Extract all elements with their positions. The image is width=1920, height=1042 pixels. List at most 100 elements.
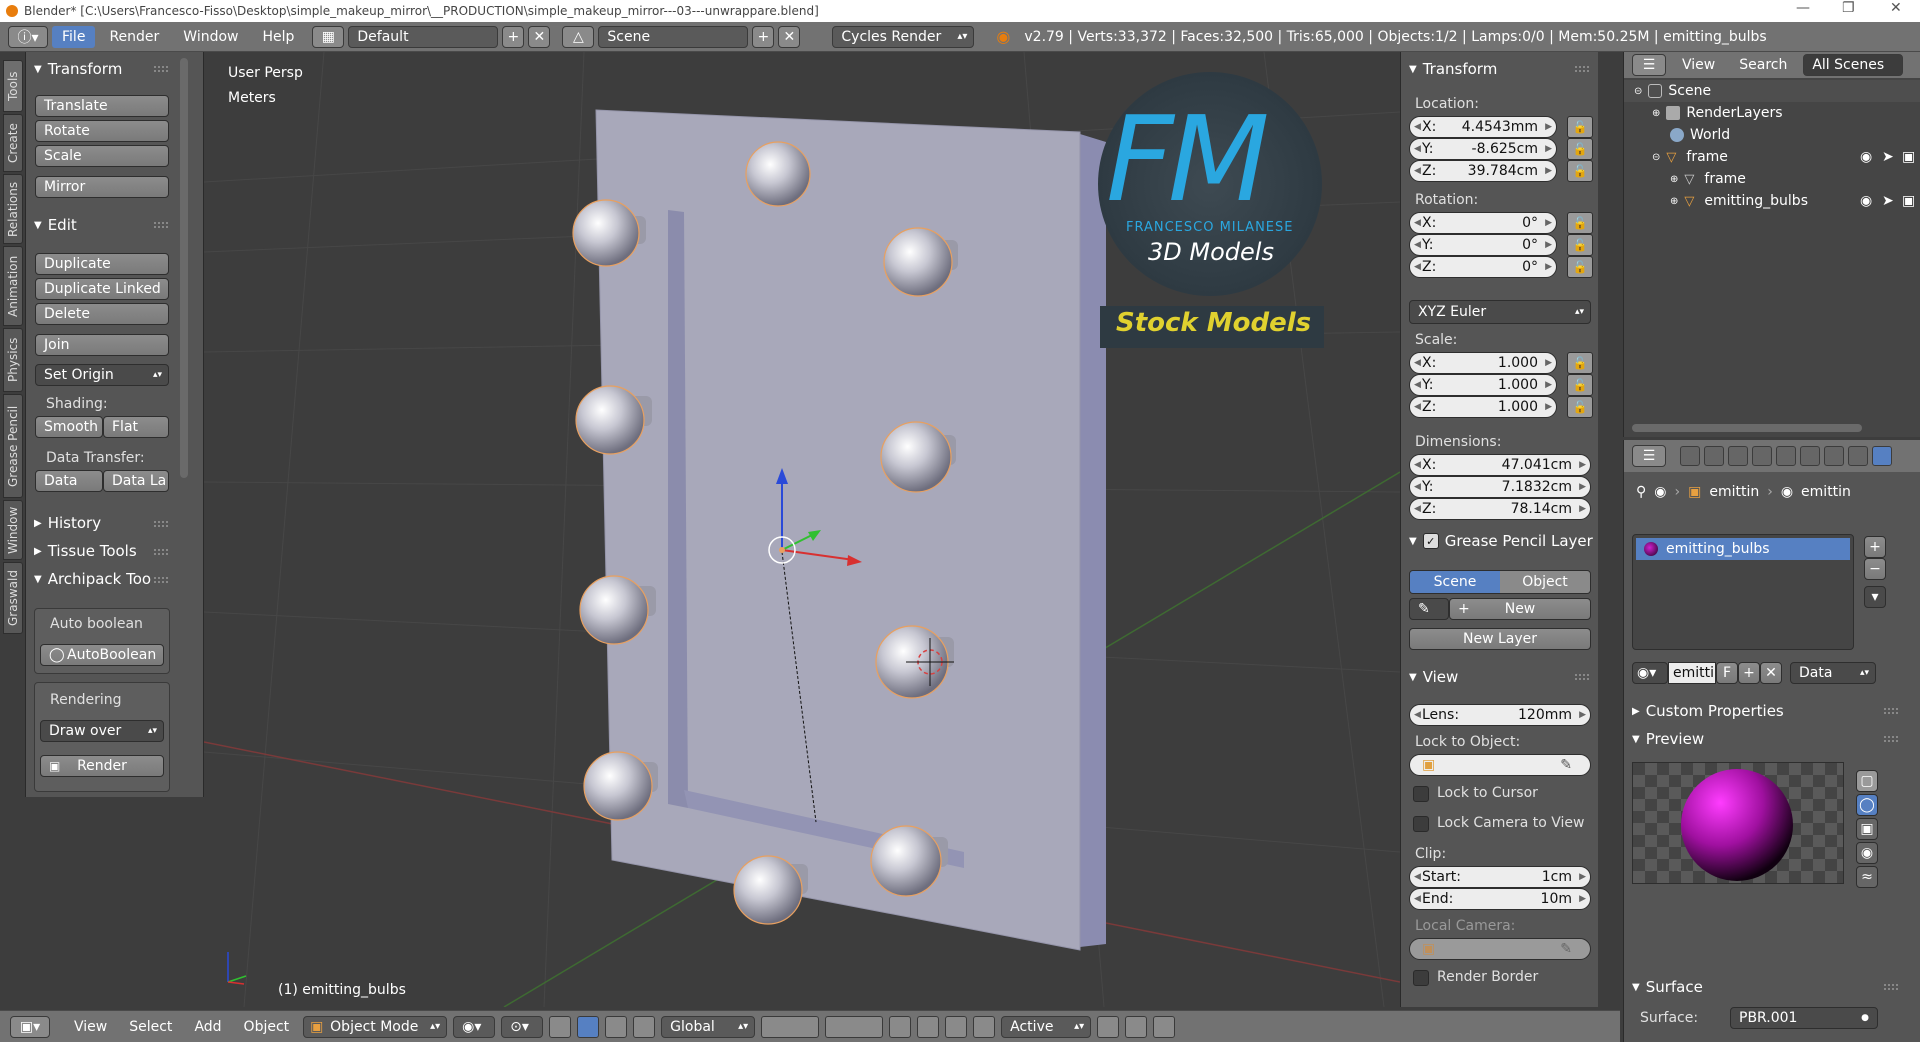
scene-dropdown[interactable]: Scene bbox=[598, 25, 749, 48]
proportional-edit-icon[interactable] bbox=[945, 1015, 968, 1038]
drag-grip-icon[interactable] bbox=[154, 577, 168, 583]
smooth-button[interactable]: Smooth bbox=[35, 416, 103, 438]
tissue-tools-header[interactable]: ▶ Tissue Tools bbox=[34, 542, 137, 560]
tab-graswald[interactable]: Graswald bbox=[3, 562, 23, 634]
tab-grease-pencil[interactable]: Grease Pencil bbox=[3, 394, 23, 498]
cursor-select-icon[interactable]: ➤ bbox=[1882, 193, 1894, 209]
translate-button[interactable]: Translate bbox=[35, 95, 169, 117]
outliner-row-scene[interactable]: ⊝ Scene bbox=[1624, 80, 1920, 102]
pin-icon[interactable]: ⚲ bbox=[1636, 484, 1646, 500]
object-toggle[interactable]: Object bbox=[1500, 571, 1590, 593]
material-browse-icon[interactable]: ◉▾ bbox=[1632, 662, 1668, 684]
n-transform-header[interactable]: ▼ Transform bbox=[1409, 60, 1497, 78]
drag-grip-icon[interactable] bbox=[1575, 66, 1589, 72]
eyedropper-icon[interactable]: ✎ bbox=[1560, 941, 1572, 957]
drag-grip-icon[interactable] bbox=[154, 222, 168, 228]
layout-dropdown[interactable]: Default bbox=[348, 25, 499, 48]
orientation-dropdown[interactable]: Global ▴▾ bbox=[661, 1015, 756, 1038]
snap-align-icon[interactable] bbox=[1097, 1015, 1120, 1038]
grease-pencil-header[interactable]: ▼ ✓ Grease Pencil Layer bbox=[1409, 532, 1593, 550]
clip-start-field[interactable]: ◀ Start: 1cm ▶ bbox=[1409, 866, 1591, 888]
outliner-editor-icon[interactable]: ☰ bbox=[1632, 54, 1666, 76]
modifiers-tab-icon[interactable] bbox=[1824, 446, 1844, 466]
remove-scene-icon[interactable]: ✕ bbox=[778, 25, 801, 48]
dimensions-y-field[interactable]: ◀ Y: 7.1832cm ▶ bbox=[1409, 476, 1591, 498]
location-y-field[interactable]: ◀ Y: -8.625cm ▶ bbox=[1409, 138, 1557, 160]
drag-grip-icon[interactable] bbox=[154, 66, 168, 72]
layout-icon[interactable]: ▦ bbox=[312, 25, 345, 48]
lock-icon[interactable]: 🔓 bbox=[1567, 234, 1593, 256]
lock-icon[interactable]: 🔓 bbox=[1567, 212, 1593, 234]
preview-hair-icon[interactable]: ≈ bbox=[1856, 866, 1878, 888]
lens-field[interactable]: ◀ Lens: 120mm ▶ bbox=[1409, 704, 1591, 726]
maximize-icon[interactable]: ❐ bbox=[1842, 0, 1855, 16]
delete-button[interactable]: Delete bbox=[35, 303, 169, 325]
tab-animation[interactable]: Animation bbox=[3, 246, 23, 326]
lock-to-cursor-checkbox[interactable] bbox=[1413, 786, 1429, 802]
preview-cube-icon[interactable]: ▣ bbox=[1856, 818, 1878, 840]
slot-menu-icon[interactable]: ▾ bbox=[1864, 586, 1886, 608]
location-z-field[interactable]: ◀ Z: 39.784cm ▶ bbox=[1409, 160, 1557, 182]
fake-user-button[interactable]: F bbox=[1716, 662, 1738, 684]
rotate-manipulator-icon[interactable] bbox=[605, 1015, 628, 1038]
scene-icon[interactable]: △ bbox=[562, 25, 595, 48]
scale-z-field[interactable]: ◀ Z: 1.000 ▶ bbox=[1409, 396, 1557, 418]
drag-grip-icon[interactable] bbox=[1884, 984, 1898, 990]
outliner-view-menu[interactable]: View bbox=[1674, 57, 1723, 73]
object-menu[interactable]: Object bbox=[236, 1019, 298, 1035]
scene-toggle[interactable]: Scene bbox=[1410, 571, 1500, 593]
remove-layout-icon[interactable]: ✕ bbox=[528, 25, 551, 48]
pencil-icon[interactable]: ✎ bbox=[1409, 598, 1449, 620]
data-layout-button[interactable]: Data La bbox=[103, 470, 169, 492]
view-panel-header[interactable]: ▼ View bbox=[1409, 668, 1458, 686]
data-tab-icon[interactable] bbox=[1848, 446, 1868, 466]
outliner-row-frame[interactable]: ⊝ ▽ frame ◉ ➤ ▣ bbox=[1624, 146, 1920, 168]
outliner-scrollbar[interactable] bbox=[1632, 424, 1862, 432]
drag-grip-icon[interactable] bbox=[154, 521, 168, 527]
render-engine-dropdown[interactable]: Cycles Render ▴▾ bbox=[832, 25, 975, 48]
minimize-icon[interactable]: — bbox=[1796, 0, 1810, 16]
new-material-icon[interactable]: + bbox=[1738, 662, 1760, 684]
render-border-checkbox[interactable] bbox=[1413, 970, 1429, 986]
cursor-select-icon[interactable]: ➤ bbox=[1882, 149, 1894, 165]
tab-tools[interactable]: Tools bbox=[3, 60, 23, 112]
history-panel-header[interactable]: ▶ History bbox=[34, 514, 101, 532]
lock-layers-icon[interactable] bbox=[889, 1015, 912, 1038]
mirror-button[interactable]: Mirror bbox=[35, 176, 169, 198]
rotation-z-field[interactable]: ◀ Z: 0° ▶ bbox=[1409, 256, 1557, 278]
layers-grid-2[interactable] bbox=[825, 1015, 884, 1038]
add-scene-icon[interactable]: + bbox=[752, 25, 775, 48]
lock-camera-checkbox[interactable] bbox=[1413, 816, 1429, 832]
view-menu[interactable]: View bbox=[66, 1019, 115, 1035]
preview-monkey-icon[interactable]: ◉ bbox=[1856, 842, 1878, 864]
lock-icon[interactable]: 🔓 bbox=[1567, 396, 1593, 418]
snap-element-icon[interactable] bbox=[973, 1015, 996, 1038]
rotation-y-field[interactable]: ◀ Y: 0° ▶ bbox=[1409, 234, 1557, 256]
dimensions-x-field[interactable]: ◀ X: 47.041cm ▶ bbox=[1409, 454, 1591, 476]
3d-viewport[interactable]: User Persp Meters (1) emitting_bulbs FM … bbox=[204, 52, 1400, 1007]
lock-icon[interactable]: 🔓 bbox=[1567, 352, 1593, 374]
lock-object-field[interactable]: ▣ ✎ bbox=[1409, 754, 1591, 776]
local-camera-field[interactable]: ▣ ✎ bbox=[1409, 938, 1591, 960]
snap-target-dropdown[interactable]: Active ▴▾ bbox=[1001, 1015, 1092, 1038]
material-slot-row[interactable]: emitting_bulbs bbox=[1636, 538, 1850, 560]
material-tab-icon[interactable] bbox=[1872, 446, 1892, 466]
preview-sphere-icon[interactable]: ◯ bbox=[1856, 794, 1878, 816]
render-icon[interactable]: ▣ bbox=[1902, 149, 1915, 165]
clip-end-field[interactable]: ◀ End: 10m ▶ bbox=[1409, 888, 1591, 910]
drag-grip-icon[interactable] bbox=[1884, 708, 1898, 714]
eye-icon[interactable]: ◉ bbox=[1860, 149, 1872, 165]
surface-shader-dropdown[interactable]: PBR.001 ● bbox=[1730, 1007, 1878, 1029]
lock-icon[interactable]: 🔓 bbox=[1567, 160, 1593, 182]
outliner-row-emitting-bulbs[interactable]: ⊕ ▽ emitting_bulbs ◉ ➤ ▣ bbox=[1624, 190, 1920, 212]
render-tab-icon[interactable] bbox=[1680, 446, 1700, 466]
view3d-editor-icon[interactable]: ▣▾ bbox=[10, 1015, 50, 1038]
data-button[interactable]: Data bbox=[35, 470, 103, 492]
manipulator-toggle-icon[interactable] bbox=[549, 1015, 572, 1038]
scale-x-field[interactable]: ◀ X: 1.000 ▶ bbox=[1409, 352, 1557, 374]
shading-mode-dropdown[interactable]: ◉▾ bbox=[453, 1015, 496, 1038]
set-origin-dropdown[interactable]: Set Origin ▴▾ bbox=[35, 364, 169, 386]
join-button[interactable]: Join bbox=[35, 334, 169, 356]
transform-panel-header[interactable]: ▼ Transform bbox=[34, 60, 122, 78]
outliner-row-world[interactable]: World bbox=[1624, 124, 1920, 146]
